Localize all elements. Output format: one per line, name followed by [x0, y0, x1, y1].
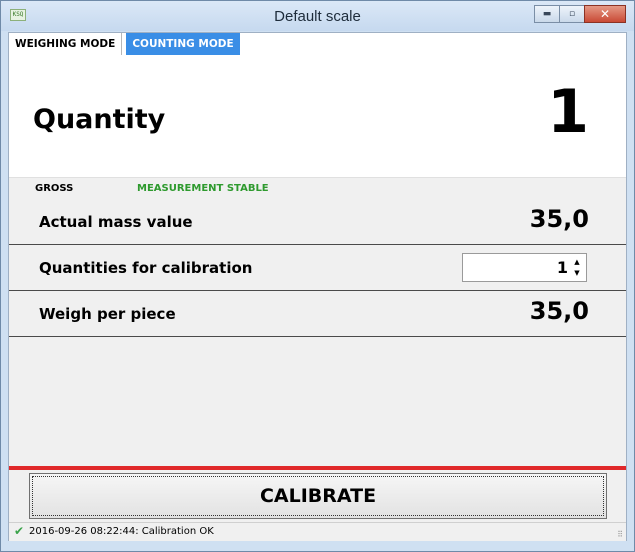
- calibrate-area: CALIBRATE: [9, 470, 626, 522]
- actual-mass-label: Actual mass value: [39, 213, 193, 231]
- maximize-button[interactable]: ▫: [559, 5, 585, 23]
- actual-mass-value: 35,0: [529, 205, 589, 233]
- row-weight-per-piece: Weigh per piece 35,0: [9, 291, 626, 337]
- calibration-quantity-label: Quantities for calibration: [39, 259, 253, 277]
- title-bar[interactable]: KSQ Default scale ▬ ▫ ✕: [1, 1, 634, 31]
- gross-label: GROSS: [35, 183, 74, 194]
- calibration-quantity-stepper[interactable]: 1 ▲ ▼: [462, 253, 587, 282]
- close-icon: ✕: [599, 7, 611, 21]
- row-calibration-quantity: Quantities for calibration 1 ▲ ▼: [9, 245, 626, 291]
- maximize-icon: ▫: [568, 9, 576, 19]
- quantity-label: Quantity: [33, 104, 166, 135]
- resize-grip-icon[interactable]: ⠿: [617, 530, 623, 539]
- app-window: KSQ Default scale ▬ ▫ ✕ WEIGHING MODE CO…: [0, 0, 635, 552]
- stable-indicator: MEASUREMENT STABLE: [137, 183, 269, 194]
- measurement-status: GROSS MEASUREMENT STABLE: [9, 177, 626, 200]
- weight-per-piece-value: 35,0: [529, 297, 589, 325]
- quantity-panel: Quantity 1: [9, 55, 626, 177]
- close-button[interactable]: ✕: [584, 5, 626, 23]
- stepper-down-icon[interactable]: ▼: [572, 268, 582, 278]
- tab-counting-mode[interactable]: COUNTING MODE: [126, 33, 240, 55]
- client-area: WEIGHING MODE COUNTING MODE Quantity 1 G…: [8, 32, 627, 541]
- minimize-button[interactable]: ▬: [534, 5, 560, 23]
- minimize-icon: ▬: [542, 9, 552, 19]
- calibration-quantity-value[interactable]: 1: [557, 258, 568, 277]
- checkmark-icon: ✔: [14, 524, 25, 538]
- tab-weighing-mode[interactable]: WEIGHING MODE: [9, 33, 123, 55]
- row-actual-mass: Actual mass value 35,0: [9, 199, 626, 245]
- status-message: 2016-09-26 08:22:44: Calibration OK: [29, 526, 214, 537]
- stepper-up-icon[interactable]: ▲: [572, 257, 582, 267]
- weight-per-piece-label: Weigh per piece: [39, 305, 176, 323]
- window-controls: ▬ ▫ ✕: [534, 5, 626, 23]
- mode-tabs: WEIGHING MODE COUNTING MODE: [9, 33, 240, 55]
- calibrate-button[interactable]: CALIBRATE: [29, 473, 607, 519]
- quantity-value: 1: [547, 77, 589, 147]
- empty-area: [9, 337, 626, 466]
- status-strip: ✔ 2016-09-26 08:22:44: Calibration OK ⠿: [9, 522, 626, 541]
